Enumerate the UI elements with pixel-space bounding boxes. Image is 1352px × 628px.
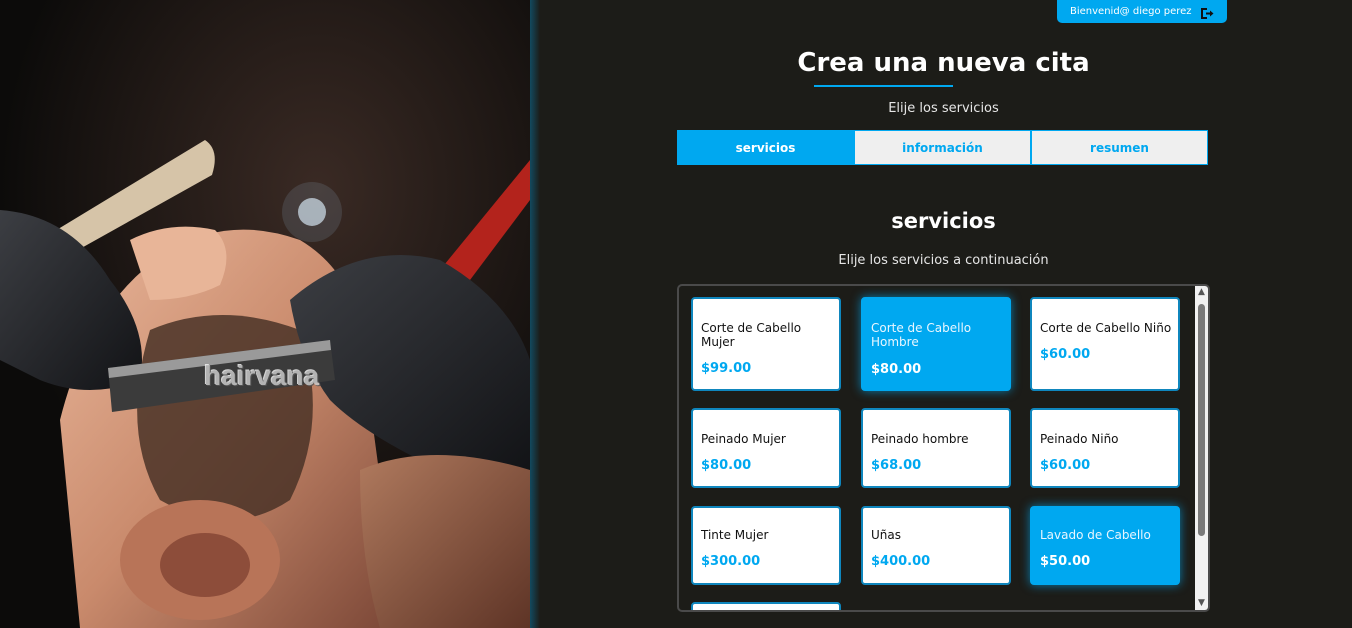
service-price: $300.00	[701, 554, 761, 569]
service-name: Corte de Cabello Mujer	[701, 321, 802, 349]
service-name: Tinte Mujer	[701, 528, 769, 542]
service-name: Peinado hombre	[871, 432, 969, 446]
service-card[interactable]: Uñas $400.00	[861, 506, 1011, 585]
service-name: Peinado Mujer	[701, 432, 786, 446]
service-name: Uñas	[871, 528, 901, 542]
hero-image: hairvana	[0, 0, 530, 628]
service-price: $68.00	[871, 458, 922, 473]
service-name: Lavado de Cabello	[1040, 528, 1151, 542]
service-price: $50.00	[1040, 554, 1091, 569]
step-tabs: servicios información resumen	[677, 130, 1210, 166]
service-card[interactable]	[691, 602, 841, 610]
service-price: $99.00	[701, 361, 752, 376]
service-card[interactable]: Tinte Mujer $300.00	[691, 506, 841, 585]
title-underline	[814, 85, 953, 87]
service-price: $60.00	[1040, 347, 1091, 362]
page-subtitle: Elije los servicios	[888, 101, 999, 116]
scroll-down-icon[interactable]: ▼	[1197, 599, 1206, 608]
service-card[interactable]: Peinado Mujer $80.00	[691, 408, 841, 488]
service-card[interactable]: Corte de Cabello Mujer $99.00	[691, 297, 841, 391]
service-name: Peinado Niño	[1040, 432, 1119, 446]
service-card[interactable]: Corte de Cabello Hombre $80.00	[861, 297, 1011, 391]
service-card[interactable]: Corte de Cabello Niño $60.00	[1030, 297, 1180, 391]
scroll-up-icon[interactable]: ▲	[1197, 288, 1206, 297]
tab-servicios[interactable]: servicios	[677, 130, 854, 165]
service-price: $400.00	[871, 554, 931, 569]
scrollbar-thumb[interactable]	[1198, 304, 1205, 536]
barber-shaving-illustration	[0, 0, 530, 628]
service-price: $80.00	[871, 362, 922, 377]
service-price: $80.00	[701, 458, 752, 473]
logout-icon[interactable]	[1200, 5, 1214, 24]
welcome-badge[interactable]: Bienvenid@ diego perez	[1057, 0, 1227, 23]
service-card[interactable]: Peinado hombre $68.00	[861, 408, 1011, 488]
welcome-text: Bienvenid@ diego perez	[1070, 6, 1192, 17]
tab-resumen[interactable]: resumen	[1031, 130, 1208, 165]
hero-edge-shadow	[530, 0, 540, 628]
service-price: $60.00	[1040, 458, 1091, 473]
service-name: Corte de Cabello Niño	[1040, 321, 1172, 335]
tab-informacion[interactable]: información	[854, 130, 1031, 165]
service-card[interactable]: Peinado Niño $60.00	[1030, 408, 1180, 488]
hero-watermark: hairvana	[204, 360, 320, 391]
service-name: Corte de Cabello Hombre	[871, 321, 972, 349]
services-list: Corte de Cabello Mujer $99.00 Corte de C…	[677, 284, 1210, 612]
service-card[interactable]: Lavado de Cabello $50.00	[1030, 506, 1180, 585]
section-subtitle: Elije los servicios a continuación	[838, 253, 1049, 268]
section-title: servicios	[891, 209, 996, 233]
scrollbar[interactable]: ▲ ▼	[1195, 286, 1208, 610]
page-title: Crea una nueva cita	[797, 48, 1090, 78]
